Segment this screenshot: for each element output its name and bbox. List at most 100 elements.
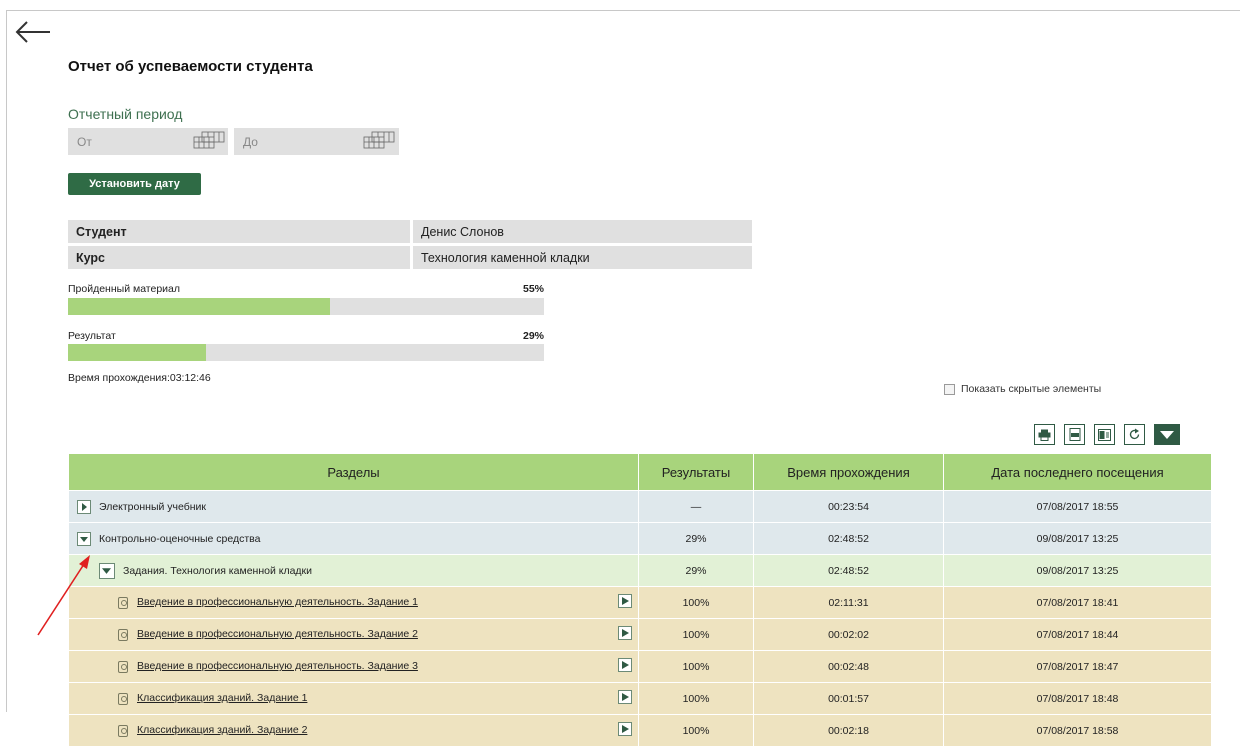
result-cell: 100% bbox=[638, 618, 754, 651]
expand-toggle[interactable] bbox=[77, 499, 91, 514]
task-link[interactable]: Классификация зданий. Задание 1 bbox=[137, 692, 307, 704]
date-cell: 07/08/2017 18:58 bbox=[943, 714, 1212, 747]
table-row[interactable]: Задания. Технология каменной кладки 29% … bbox=[68, 554, 1212, 587]
table-row[interactable]: Введение в профессиональную деятельность… bbox=[68, 618, 1212, 651]
task-link[interactable]: Введение в профессиональную деятельность… bbox=[137, 628, 418, 640]
task-link[interactable]: Введение в профессиональную деятельность… bbox=[137, 596, 418, 608]
pdf-icon bbox=[1069, 428, 1080, 441]
date-from-placeholder: От bbox=[77, 135, 92, 149]
refresh-button[interactable] bbox=[1124, 424, 1145, 445]
print-icon bbox=[1038, 429, 1051, 441]
time-cell: 02:48:52 bbox=[753, 522, 944, 555]
material-progress-bar bbox=[68, 298, 544, 315]
play-icon bbox=[622, 661, 629, 669]
result-cell: 100% bbox=[638, 650, 754, 683]
section-cell: Задания. Технология каменной кладки bbox=[68, 554, 639, 587]
calendar-icon[interactable] bbox=[192, 130, 226, 150]
table-header-row: Разделы Результаты Время прохождения Дат… bbox=[68, 453, 1212, 491]
section-name: Контрольно-оценочные средства bbox=[99, 532, 261, 545]
section-cell: Контрольно-оценочные средства bbox=[68, 522, 639, 555]
page-title: Отчет об успеваемости студента bbox=[68, 58, 313, 75]
task-link[interactable]: Классификация зданий. Задание 2 bbox=[137, 724, 307, 736]
play-button[interactable] bbox=[618, 594, 632, 608]
date-to-field[interactable]: До bbox=[234, 128, 399, 155]
show-hidden-checkbox[interactable] bbox=[944, 383, 955, 395]
course-value: Технология каменной кладки bbox=[410, 246, 752, 269]
task-icon bbox=[118, 692, 128, 705]
table-row[interactable]: Классификация зданий. Задание 2 100% 00:… bbox=[68, 714, 1212, 747]
task-cell: Введение в профессиональную деятельность… bbox=[68, 650, 639, 683]
result-progress-bar bbox=[68, 344, 544, 361]
chevron-down-icon bbox=[102, 567, 111, 574]
print-button[interactable] bbox=[1034, 424, 1055, 445]
task-icon bbox=[118, 660, 128, 673]
date-to-placeholder: До bbox=[243, 135, 258, 149]
task-cell: Классификация зданий. Задание 1 bbox=[68, 682, 639, 715]
header-results[interactable]: Результаты bbox=[638, 453, 754, 491]
excel-icon bbox=[1098, 428, 1111, 441]
more-options-button[interactable] bbox=[1154, 424, 1180, 445]
chevron-right-icon bbox=[82, 502, 87, 511]
student-row: Студент Денис Слонов bbox=[68, 220, 752, 243]
date-cell: 09/08/2017 13:25 bbox=[943, 554, 1212, 587]
refresh-icon bbox=[1129, 428, 1140, 440]
time-cell: 00:02:48 bbox=[753, 650, 944, 683]
play-icon bbox=[622, 629, 629, 637]
total-time: Время прохождения:03:12:46 bbox=[68, 372, 211, 384]
result-cell: 100% bbox=[638, 586, 754, 619]
header-time[interactable]: Время прохождения bbox=[753, 453, 944, 491]
show-hidden-option[interactable]: Показать скрытые элементы bbox=[944, 383, 1101, 395]
student-info-table: Студент Денис Слонов Курс Технология кам… bbox=[68, 217, 752, 272]
date-cell: 07/08/2017 18:48 bbox=[943, 682, 1212, 715]
play-button[interactable] bbox=[618, 690, 632, 704]
play-icon bbox=[622, 725, 629, 733]
chevron-down-icon bbox=[80, 536, 88, 542]
result-cell: — bbox=[638, 490, 754, 523]
material-progress-label: Пройденный материал bbox=[68, 283, 181, 295]
result-progress-percent: 29% bbox=[522, 330, 544, 342]
material-progress-fill bbox=[68, 298, 330, 315]
task-icon bbox=[118, 628, 128, 641]
date-from-field[interactable]: От bbox=[68, 128, 228, 155]
task-icon bbox=[118, 724, 128, 737]
task-cell: Введение в профессиональную деятельность… bbox=[68, 586, 639, 619]
calendar-icon[interactable] bbox=[362, 130, 396, 150]
dropdown-icon bbox=[1160, 430, 1174, 439]
task-link[interactable]: Введение в профессиональную деятельность… bbox=[137, 660, 418, 672]
course-label: Курс bbox=[68, 246, 410, 269]
header-last-visit[interactable]: Дата последнего посещения bbox=[943, 453, 1212, 491]
play-button[interactable] bbox=[618, 658, 632, 672]
result-progress-label: Результат bbox=[68, 330, 116, 342]
collapse-toggle[interactable] bbox=[99, 562, 115, 579]
time-cell: 02:48:52 bbox=[753, 554, 944, 587]
course-row: Курс Технология каменной кладки bbox=[68, 246, 752, 269]
student-label: Студент bbox=[68, 220, 410, 243]
time-cell: 00:02:02 bbox=[753, 618, 944, 651]
export-toolbar bbox=[1034, 424, 1180, 445]
header-sections[interactable]: Разделы bbox=[68, 453, 639, 491]
play-button[interactable] bbox=[618, 626, 632, 640]
material-progress-percent: 55% bbox=[522, 283, 544, 295]
play-button[interactable] bbox=[618, 722, 632, 736]
back-arrow-icon[interactable] bbox=[14, 18, 52, 46]
table-row[interactable]: Контрольно-оценочные средства 29% 02:48:… bbox=[68, 522, 1212, 555]
table-row[interactable]: Введение в профессиональную деятельность… bbox=[68, 650, 1212, 683]
time-cell: 00:01:57 bbox=[753, 682, 944, 715]
result-cell: 100% bbox=[638, 682, 754, 715]
annotation-arrow-icon bbox=[37, 555, 90, 636]
date-cell: 07/08/2017 18:55 bbox=[943, 490, 1212, 523]
period-label: Отчетный период bbox=[68, 106, 183, 122]
pdf-button[interactable] bbox=[1064, 424, 1085, 445]
table-row[interactable]: Электронный учебник — 00:23:54 07/08/201… bbox=[68, 490, 1212, 523]
task-cell: Классификация зданий. Задание 2 bbox=[68, 714, 639, 747]
collapse-toggle[interactable] bbox=[77, 531, 91, 546]
result-cell: 29% bbox=[638, 554, 754, 587]
excel-button[interactable] bbox=[1094, 424, 1115, 445]
table-row[interactable]: Введение в профессиональную деятельность… bbox=[68, 586, 1212, 619]
sections-table: Разделы Результаты Время прохождения Дат… bbox=[68, 453, 1212, 747]
show-hidden-label: Показать скрытые элементы bbox=[961, 383, 1102, 395]
table-row[interactable]: Классификация зданий. Задание 1 100% 00:… bbox=[68, 682, 1212, 715]
result-progress-fill bbox=[68, 344, 207, 361]
set-date-button[interactable]: Установить дату bbox=[68, 173, 201, 195]
time-cell: 00:02:18 bbox=[753, 714, 944, 747]
